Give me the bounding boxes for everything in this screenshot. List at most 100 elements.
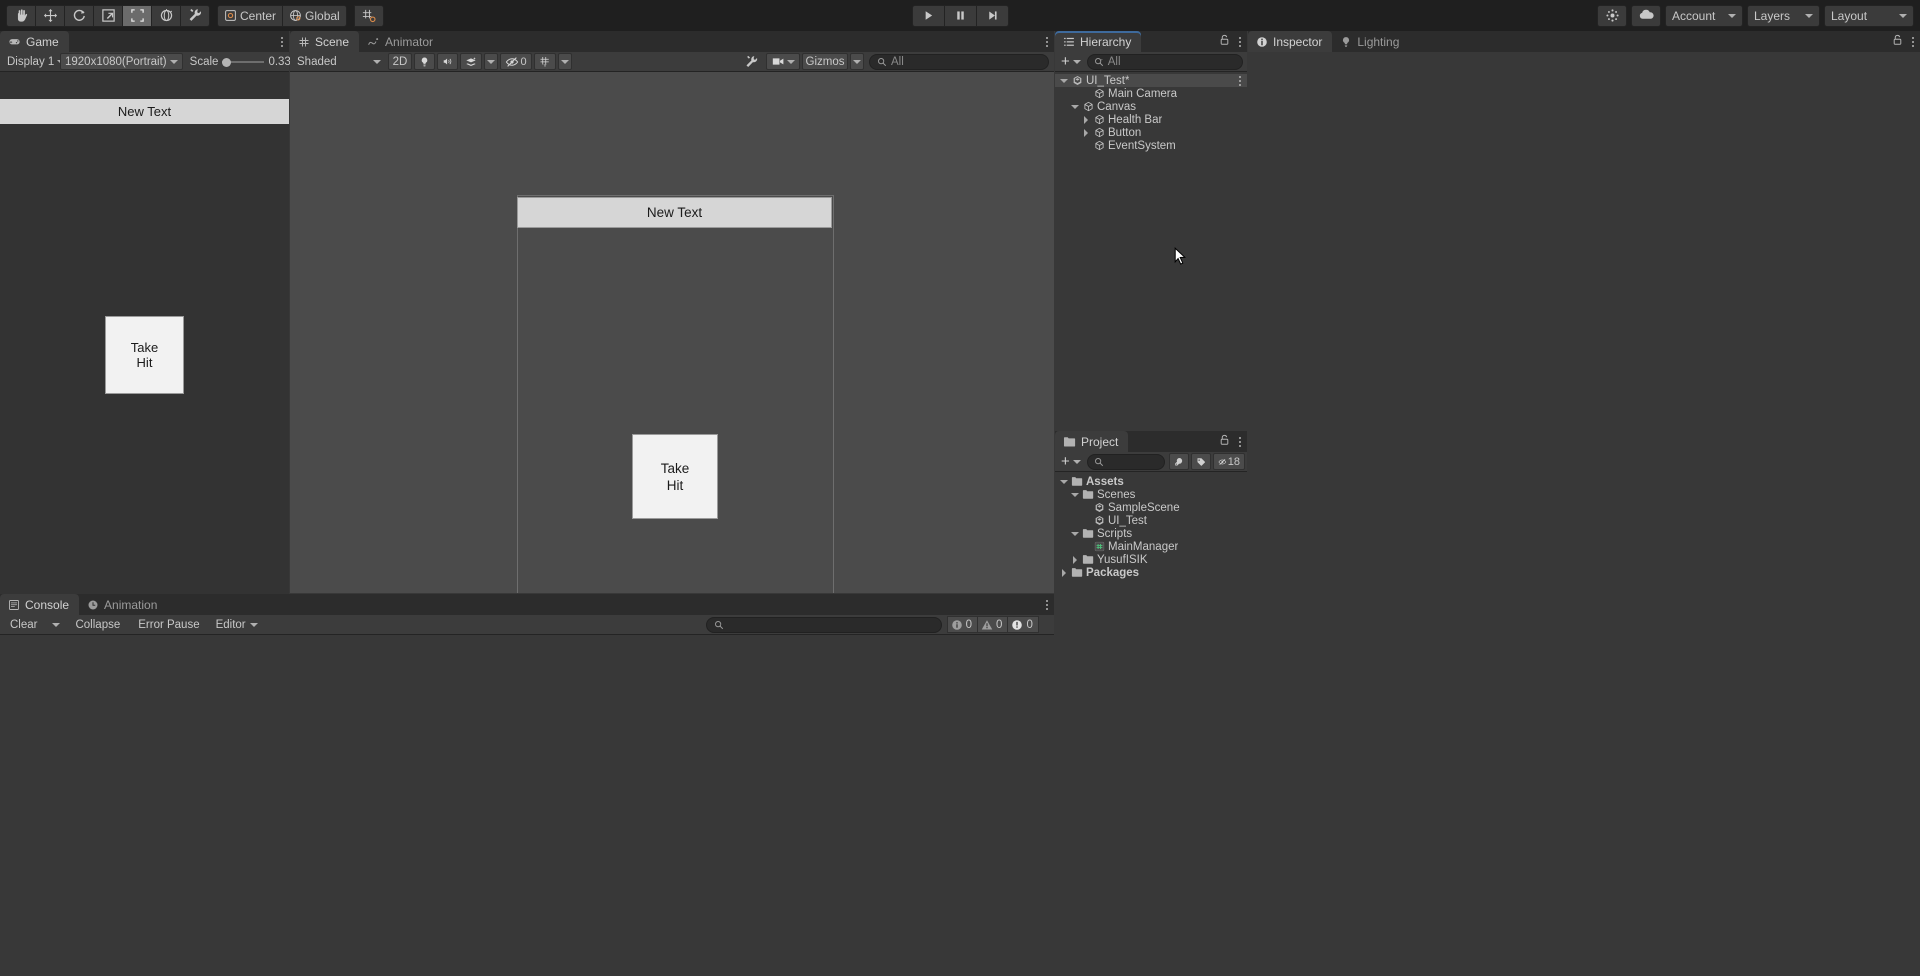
scale-slider-track[interactable]	[222, 57, 265, 67]
tab-inspector[interactable]: Inspector	[1248, 31, 1333, 52]
console-log-list[interactable]	[0, 635, 1054, 976]
twisty-open-icon[interactable]	[1059, 477, 1068, 486]
rect-transform-tool-button[interactable]	[122, 4, 152, 27]
scene-audio-toggle[interactable]	[437, 53, 458, 70]
project-row[interactable]: SampleScene	[1055, 501, 1247, 514]
scene-fx-dropdown[interactable]	[484, 53, 498, 70]
project-search-input[interactable]	[1086, 453, 1165, 470]
scene-view-render[interactable]: New Text Take Hit	[290, 72, 1054, 593]
twisty-closed-icon[interactable]	[1081, 115, 1090, 124]
handle-rotation-button[interactable]: Global	[282, 4, 347, 27]
game-menu-button[interactable]	[279, 35, 285, 49]
scene-gizmos-dropdown[interactable]	[850, 53, 864, 70]
project-tree[interactable]: Assets Scenes SampleScene UI_Test Scripts Mai…	[1055, 472, 1247, 976]
project-row[interactable]: Scripts	[1055, 527, 1247, 540]
tab-scene[interactable]: Scene	[290, 31, 360, 52]
console-warning-count-badge[interactable]: 0	[977, 616, 1009, 633]
hierarchy-row[interactable]: Main Camera	[1055, 87, 1247, 100]
project-lock-icon[interactable]	[1219, 434, 1230, 449]
project-row[interactable]: YusufISIK	[1055, 553, 1247, 566]
hand-tool-button[interactable]	[6, 4, 36, 27]
scene-tools-button[interactable]	[740, 53, 764, 70]
pause-button[interactable]	[944, 4, 977, 27]
custom-editor-tool-button[interactable]	[180, 4, 210, 27]
twisty-open-icon[interactable]	[1070, 490, 1079, 499]
project-row[interactable]: Scenes	[1055, 488, 1247, 501]
hierarchy-row[interactable]: Health Bar	[1055, 113, 1247, 126]
hierarchy-add-button[interactable]: +	[1057, 53, 1085, 70]
scene-grid-toggle[interactable]: Y	[534, 53, 556, 70]
tab-animation[interactable]: Animation	[79, 594, 167, 615]
hierarchy-search-input[interactable]: All	[1086, 53, 1243, 70]
play-button[interactable]	[912, 4, 945, 27]
tab-lighting[interactable]: Lighting	[1332, 31, 1409, 52]
twisty-open-icon[interactable]	[1070, 102, 1079, 111]
account-dropdown[interactable]: Account	[1665, 4, 1743, 27]
twisty-closed-icon[interactable]	[1070, 555, 1079, 564]
console-clear-button[interactable]: Clear	[2, 616, 45, 633]
shading-mode-dropdown[interactable]: Shaded	[292, 53, 386, 70]
tab-project[interactable]: Project	[1055, 431, 1129, 452]
console-error-pause-button[interactable]: Error Pause	[130, 616, 207, 633]
hierarchy-lock-icon[interactable]	[1219, 34, 1230, 49]
console-log-count-badge[interactable]: 0	[946, 616, 979, 633]
project-row[interactable]: UI_Test	[1055, 514, 1247, 527]
project-row[interactable]: MainManager	[1055, 540, 1247, 553]
console-collapse-button[interactable]: Collapse	[67, 616, 128, 633]
tab-console[interactable]: Console	[0, 594, 80, 615]
rotate-tool-button[interactable]	[64, 4, 94, 27]
hierarchy-row-menu-button[interactable]	[1237, 74, 1243, 88]
project-visibility-button[interactable]: 18	[1213, 453, 1245, 470]
scene-visibility-toggle[interactable]: 0	[500, 53, 532, 70]
resolution-dropdown[interactable]: 1920x1080(Portrait)	[60, 53, 183, 70]
layout-dropdown[interactable]: Layout	[1824, 4, 1914, 27]
scene-lighting-toggle[interactable]	[414, 53, 435, 70]
console-error-count-badge[interactable]: 0	[1007, 616, 1039, 633]
project-type-filter-button[interactable]	[1169, 453, 1189, 470]
game-take-hit-button[interactable]: Take Hit	[105, 316, 184, 394]
console-clear-dropdown[interactable]	[47, 616, 65, 633]
project-row[interactable]: Assets	[1055, 475, 1247, 488]
cloud-button[interactable]	[1631, 4, 1661, 27]
scene-camera-dropdown[interactable]	[766, 53, 800, 70]
scale-slider[interactable]: Scale 0.33x	[185, 53, 302, 70]
twisty-open-icon[interactable]	[1070, 529, 1079, 538]
scale-tool-button[interactable]	[93, 4, 123, 27]
console-search-input[interactable]	[705, 616, 942, 633]
project-label-filter-button[interactable]	[1191, 453, 1211, 470]
toggle-2d-button[interactable]: 2D	[388, 53, 412, 70]
project-menu-button[interactable]	[1237, 435, 1243, 449]
scene-fx-toggle[interactable]	[460, 53, 482, 70]
hierarchy-tree[interactable]: UI_Test* Main Camera Canvas Health Bar Butto…	[1055, 72, 1247, 430]
tab-game[interactable]: Game	[0, 31, 69, 52]
hierarchy-menu-button[interactable]	[1237, 35, 1243, 49]
project-row[interactable]: Packages	[1055, 566, 1247, 579]
services-button[interactable]	[1597, 4, 1627, 27]
twisty-closed-icon[interactable]	[1059, 568, 1068, 577]
scene-gizmos-button[interactable]: Gizmos	[802, 53, 848, 70]
scene-grid-dropdown[interactable]	[558, 53, 572, 70]
pivot-mode-button[interactable]: Center	[217, 4, 284, 27]
step-button[interactable]	[976, 4, 1009, 27]
inspector-menu-button[interactable]	[1910, 35, 1916, 49]
grid-snapping-button[interactable]	[353, 4, 384, 27]
hierarchy-row[interactable]: Button	[1055, 126, 1247, 139]
hierarchy-row[interactable]: Canvas	[1055, 100, 1247, 113]
display-dropdown[interactable]: Display 1	[2, 53, 66, 70]
project-add-button[interactable]: +	[1057, 453, 1085, 470]
layers-dropdown[interactable]: Layers	[1747, 4, 1820, 27]
scene-search-input[interactable]: All	[869, 53, 1049, 70]
hierarchy-row[interactable]: UI_Test*	[1055, 74, 1247, 87]
inspector-lock-icon[interactable]	[1892, 34, 1903, 49]
scene-menu-button[interactable]	[1044, 35, 1050, 49]
twisty-open-icon[interactable]	[1059, 76, 1068, 85]
tab-hierarchy[interactable]: Hierarchy	[1055, 31, 1142, 52]
hierarchy-row[interactable]: EventSystem	[1055, 139, 1247, 152]
transform-tool-button[interactable]	[151, 4, 181, 27]
move-tool-button[interactable]	[35, 4, 65, 27]
tab-animator[interactable]: Animator	[359, 31, 443, 52]
scene-take-hit-button[interactable]: Take Hit	[632, 434, 718, 519]
console-editor-dropdown[interactable]: Editor	[210, 616, 264, 633]
twisty-closed-icon[interactable]	[1081, 128, 1090, 137]
console-menu-button[interactable]	[1044, 598, 1050, 612]
